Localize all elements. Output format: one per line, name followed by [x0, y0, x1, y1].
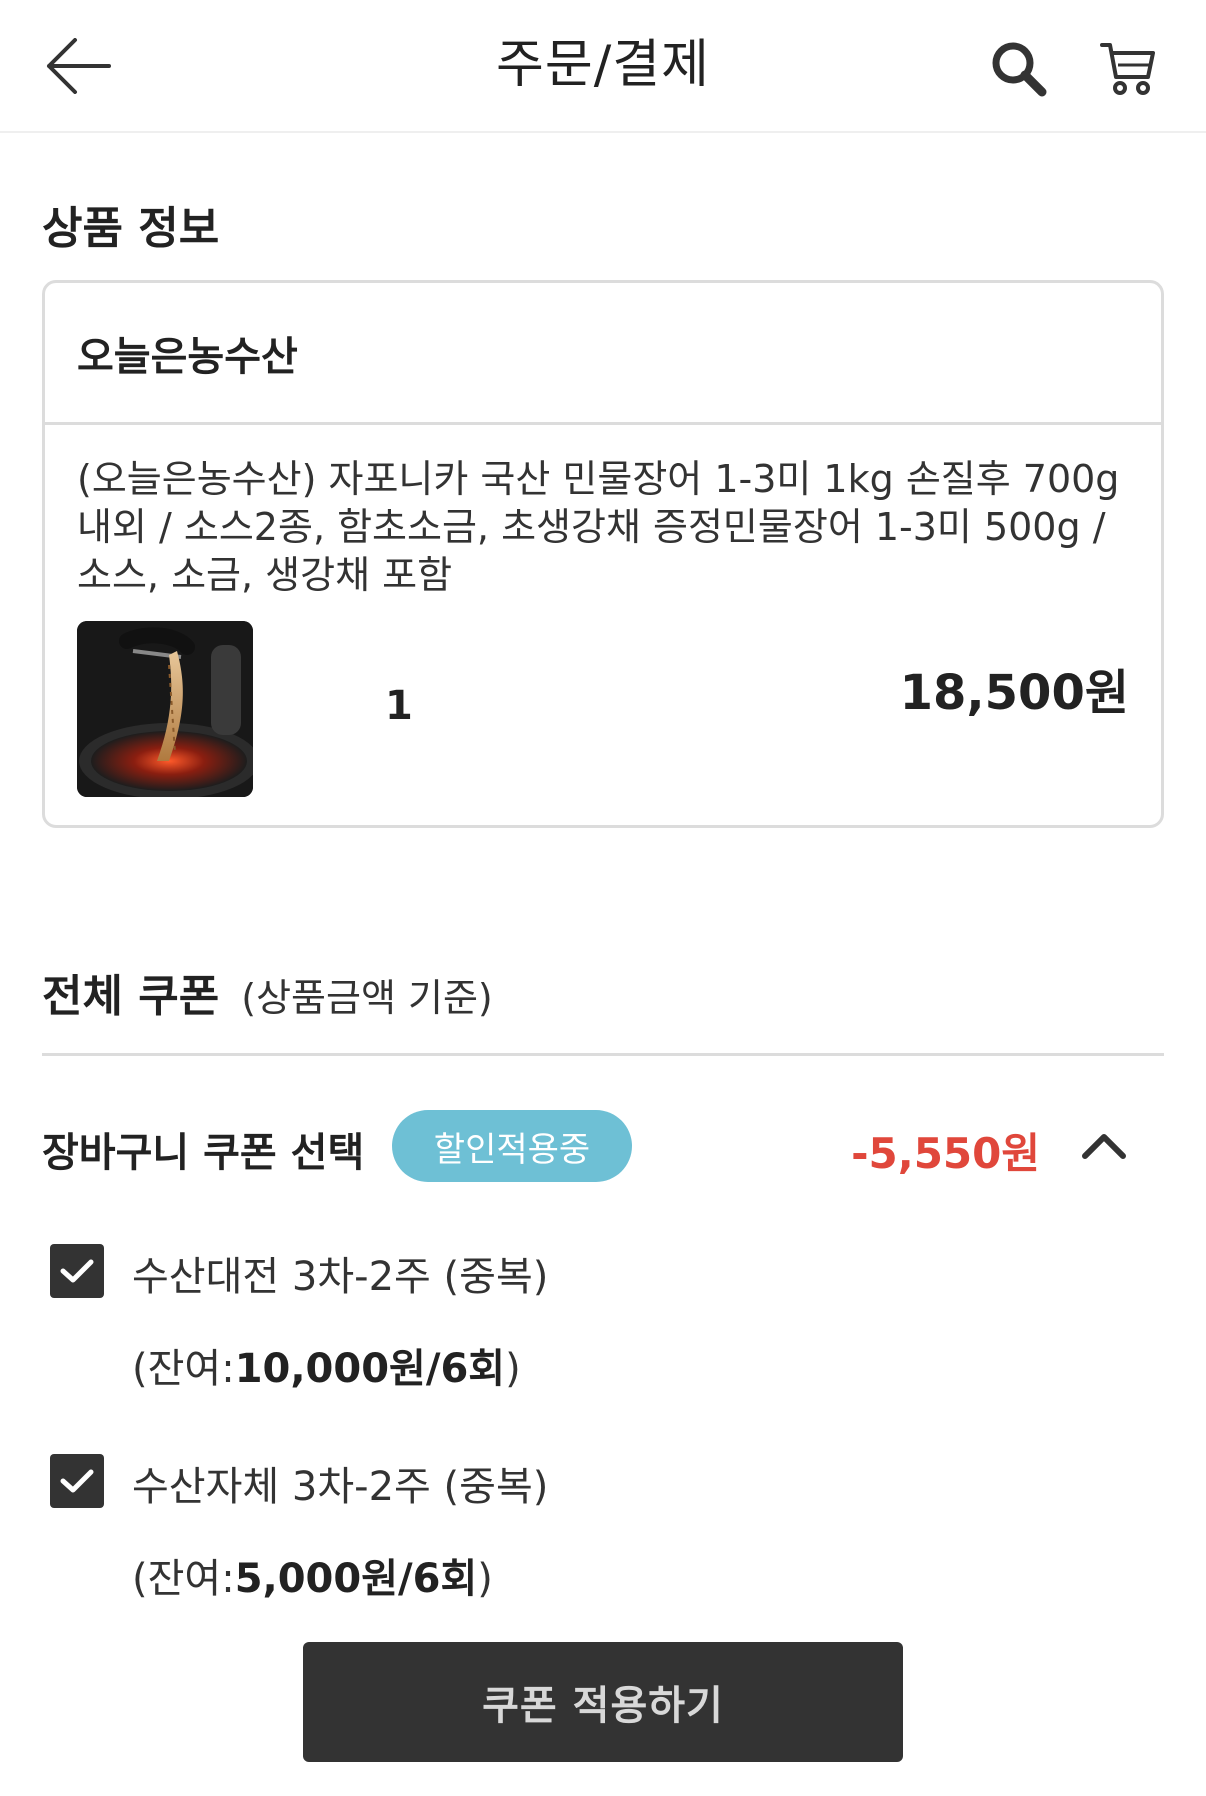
cart-coupon-row: 장바구니 쿠폰 선택 할인적용중 -5,550원	[42, 1110, 1164, 1182]
section-title-product-info: 상품 정보	[42, 203, 220, 254]
seller-row: 오늘은농수산	[45, 283, 1161, 425]
header: 주문/결제	[0, 0, 1206, 133]
check-icon	[60, 1259, 94, 1283]
product-price: 18,500원	[899, 665, 1129, 721]
chevron-up-icon	[1082, 1134, 1126, 1159]
discount-applied-badge: 할인적용중	[392, 1110, 632, 1182]
coupon-remaining-value: 10,000원/6회	[234, 1346, 506, 1392]
cart-button[interactable]	[1088, 28, 1168, 108]
collapse-button[interactable]	[1074, 1116, 1134, 1176]
coupon-remaining-value: 5,000원/6회	[234, 1556, 478, 1602]
coupon-section-subtitle: (상품금액 기준)	[241, 976, 493, 1020]
discount-amount: -5,550원	[851, 1129, 1040, 1178]
coupon-remaining: (잔여:5,000원/6회)	[132, 1556, 493, 1602]
apply-coupon-label: 쿠폰 적용하기	[482, 1683, 724, 1729]
cart-icon	[1100, 43, 1155, 95]
seller-name: 오늘은농수산	[77, 333, 298, 380]
coupon-checkbox[interactable]	[50, 1244, 104, 1298]
coupon-name: 수산대전 3차-2주 (중복)	[132, 1254, 549, 1300]
cart-coupon-label: 장바구니 쿠폰 선택	[42, 1130, 365, 1176]
coupon-checkbox[interactable]	[50, 1454, 104, 1508]
search-icon	[992, 42, 1047, 97]
product-card: 오늘은농수산 (오늘은농수산) 자포니카 국산 민물장어 1-3미 1kg 손질…	[42, 280, 1164, 828]
product-quantity: 1	[385, 683, 413, 729]
divider	[42, 1053, 1164, 1056]
apply-coupon-button[interactable]: 쿠폰 적용하기	[303, 1642, 903, 1762]
coupon-section-header: 전체 쿠폰 (상품금액 기준)	[42, 960, 493, 1024]
check-icon	[60, 1469, 94, 1493]
section-title-coupons: 전체 쿠폰	[42, 971, 220, 1022]
coupon-name: 수산자체 3차-2주 (중복)	[132, 1464, 549, 1510]
product-thumbnail	[77, 621, 253, 797]
product-name: (오늘은농수산) 자포니카 국산 민물장어 1-3미 1kg 손질후 700g …	[77, 457, 1120, 597]
coupon-remaining: (잔여:10,000원/6회)	[132, 1346, 521, 1392]
search-button[interactable]	[978, 28, 1058, 108]
